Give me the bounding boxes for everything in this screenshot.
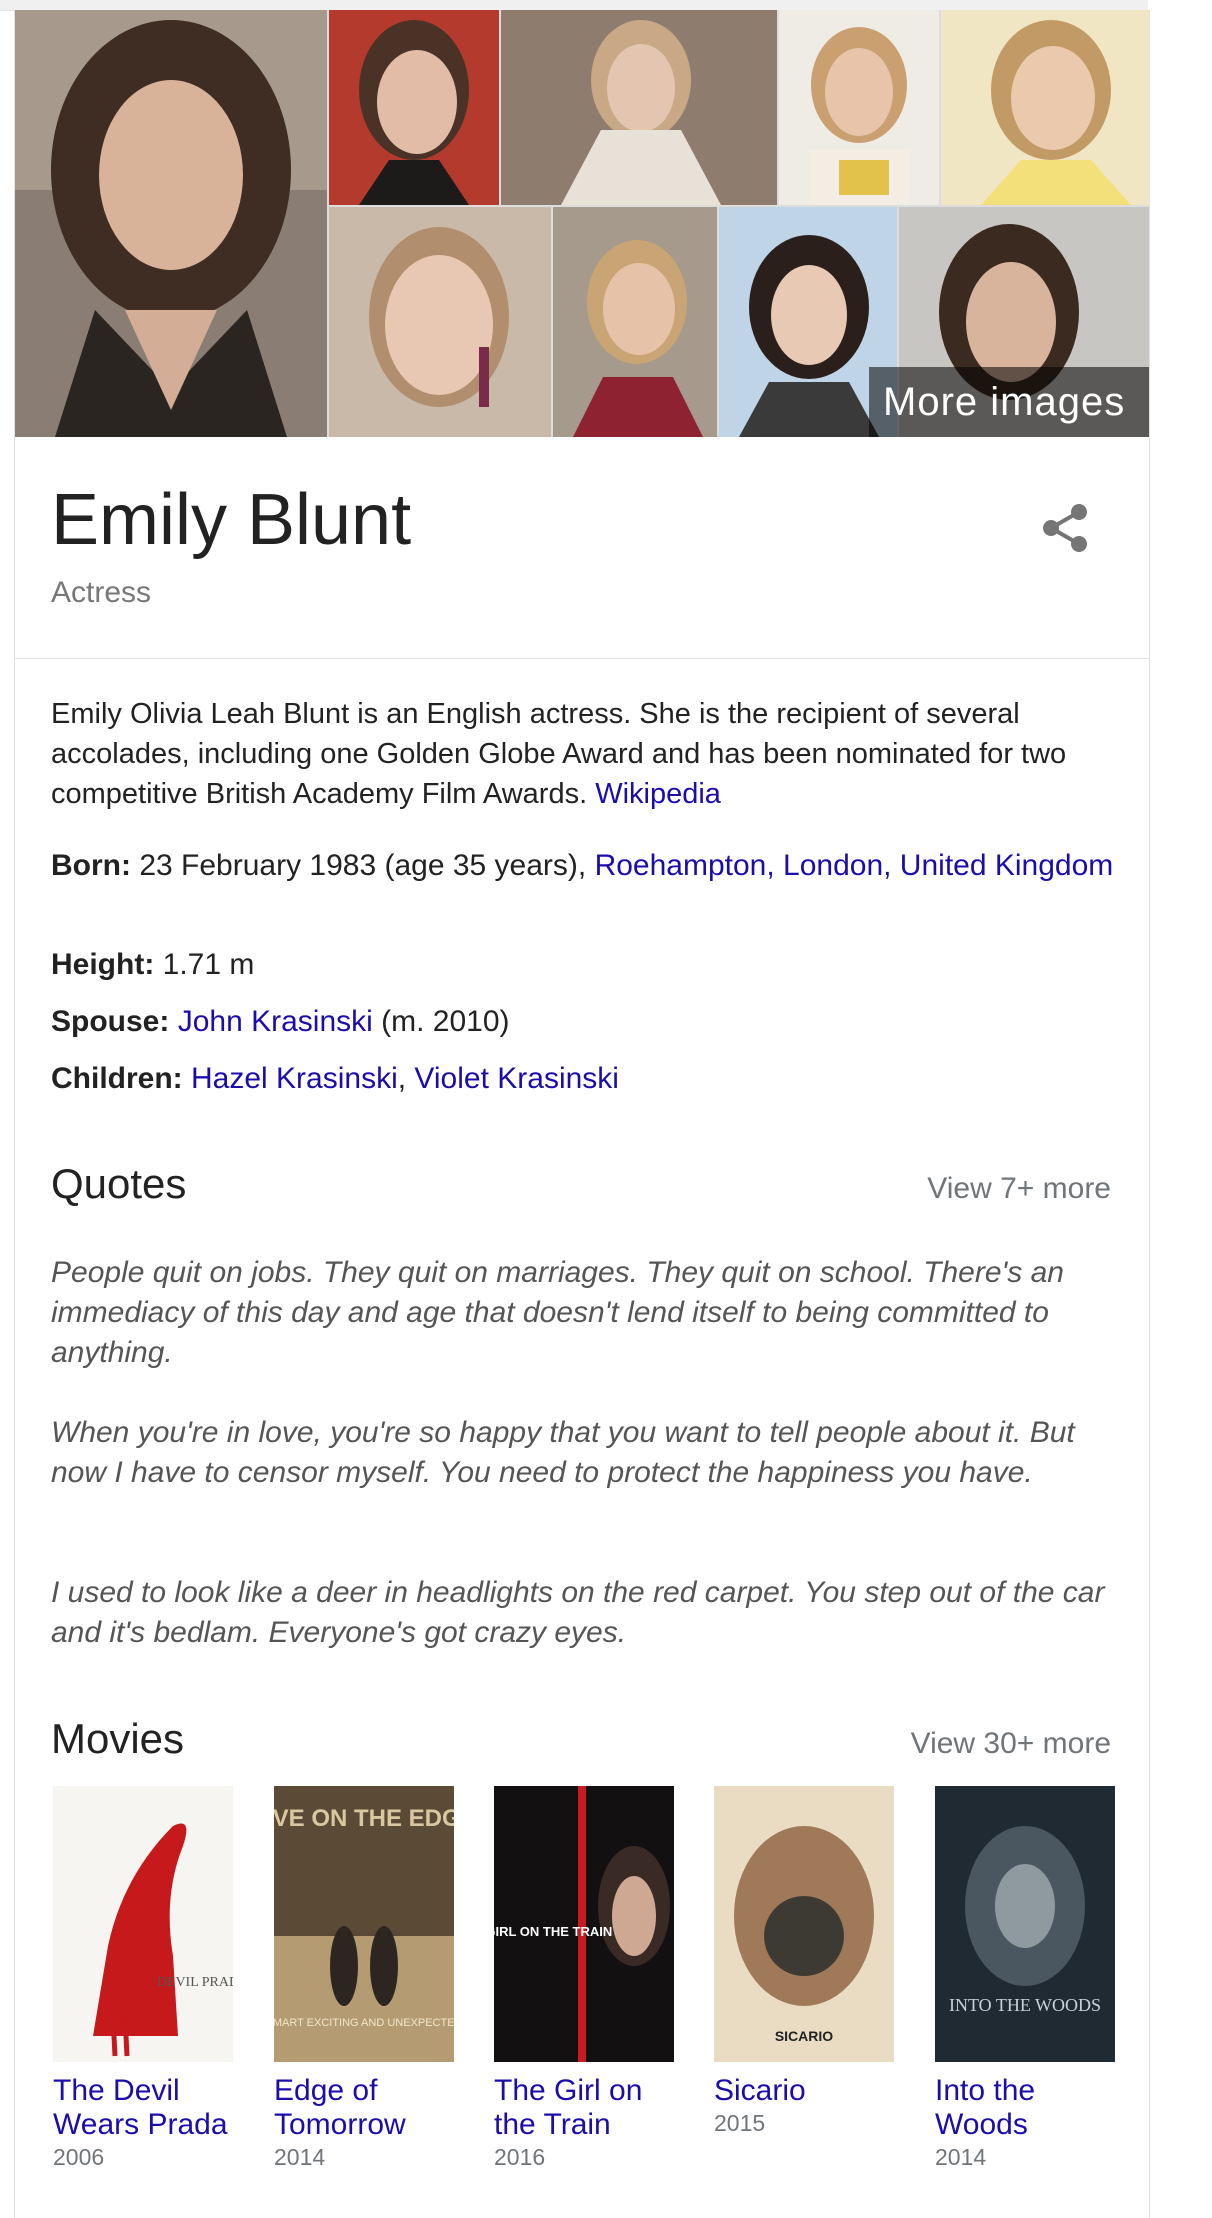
- poster-text: THE GIRL ON THE TRAIN: [494, 1924, 612, 1939]
- spouse-link[interactable]: John Krasinski: [178, 1005, 373, 1038]
- movie-item[interactable]: LIVE ON THE EDGE SMART EXCITING AND UNEX…: [274, 1786, 464, 2171]
- gallery-image[interactable]: [329, 207, 551, 437]
- movies-title: Movies: [51, 1715, 185, 1762]
- fact-value: 23 February 1983 (age 35 years),: [130, 849, 595, 882]
- quotes-more-link[interactable]: View 7+ more: [927, 1172, 1111, 1206]
- movie-item[interactable]: SICARIO Sicario 2015: [714, 1786, 904, 2137]
- movie-year: 2014: [274, 2144, 326, 2170]
- entity-type: Actress: [51, 576, 152, 609]
- poster-sub: SMART EXCITING AND UNEXPECTED: [274, 2017, 454, 2029]
- description: Emily Olivia Leah Blunt is an English ac…: [51, 694, 1131, 814]
- fact-value: (m. 2010): [372, 1005, 510, 1038]
- poster-text: LIVE ON THE EDGE: [274, 1805, 454, 1832]
- child-link[interactable]: Hazel Krasinski: [191, 1062, 398, 1095]
- fact-separator: ,: [397, 1062, 415, 1095]
- fact-label: Children:: [51, 1062, 183, 1095]
- child-link[interactable]: Violet Krasinski: [414, 1062, 619, 1095]
- movie-year: 2014: [935, 2144, 987, 2170]
- divider: [15, 658, 1149, 659]
- more-images-button[interactable]: More images: [869, 367, 1149, 437]
- movie-title[interactable]: Into the Woods: [935, 2074, 1125, 2142]
- gallery-image[interactable]: [15, 10, 327, 437]
- quote-item: People quit on jobs. They quit on marria…: [51, 1256, 1064, 1369]
- movie-title[interactable]: Sicario: [714, 2074, 904, 2108]
- fact-children: Children: Hazel Krasinski, Violet Krasin…: [51, 1059, 1131, 1099]
- movie-poster[interactable]: THE GIRL ON THE TRAIN: [494, 1786, 674, 2062]
- fact-spouse: Spouse: John Krasinski (m. 2010): [51, 1002, 1131, 1042]
- fact-born: Born: 23 February 1983 (age 35 years), R…: [51, 846, 1131, 886]
- movie-item[interactable]: THE GIRL ON THE TRAIN The Girl on the Tr…: [494, 1786, 684, 2171]
- fact-label: Spouse:: [51, 1005, 170, 1038]
- gallery-image[interactable]: [329, 10, 499, 205]
- more-images-label: More images: [883, 379, 1126, 424]
- movie-year: 2006: [53, 2144, 105, 2170]
- poster-text: SICARIO: [775, 2028, 833, 2044]
- fact-height: Height: 1.71 m: [51, 945, 1131, 985]
- movie-poster[interactable]: DEVIL PRADA: [53, 1786, 233, 2062]
- fact-label: Height:: [51, 948, 155, 981]
- description-text: Emily Olivia Leah Blunt is an English ac…: [51, 698, 1067, 810]
- movie-poster[interactable]: INTO THE WOODS: [935, 1786, 1115, 2062]
- movie-poster[interactable]: SICARIO: [714, 1786, 894, 2062]
- movie-item[interactable]: INTO THE WOODS Into the Woods 2014: [935, 1786, 1125, 2171]
- movie-title[interactable]: The Girl on the Train: [494, 2074, 684, 2142]
- quotes-title: Quotes: [51, 1160, 187, 1207]
- wikipedia-link[interactable]: Wikipedia: [595, 778, 721, 810]
- quote-item: I used to look like a deer in headlights…: [51, 1576, 1105, 1649]
- gallery-image[interactable]: [941, 10, 1149, 205]
- fact-label: Born:: [51, 849, 131, 882]
- movies-more-link[interactable]: View 30+ more: [911, 1727, 1111, 1761]
- movie-poster[interactable]: LIVE ON THE EDGE SMART EXCITING AND UNEX…: [274, 1786, 454, 2062]
- movie-title[interactable]: The Devil Wears Prada: [53, 2074, 243, 2142]
- fact-value: 1.71 m: [154, 948, 255, 981]
- poster-text: DEVIL PRADA: [157, 1975, 233, 1990]
- birthplace-link[interactable]: Roehampton, London, United Kingdom: [595, 849, 1114, 882]
- movie-year: 2016: [494, 2144, 546, 2170]
- share-icon[interactable]: [1035, 498, 1095, 558]
- gallery-image[interactable]: [501, 10, 777, 205]
- quote-item: When you're in love, you're so happy tha…: [51, 1416, 1075, 1489]
- poster-text: INTO THE WOODS: [949, 1995, 1101, 2015]
- knowledge-panel: More images Emily Blunt Actress Emily Ol…: [14, 10, 1150, 2218]
- image-gallery[interactable]: More images: [15, 10, 1149, 437]
- gallery-image[interactable]: [779, 10, 939, 205]
- movie-year: 2015: [714, 2110, 766, 2136]
- movie-item[interactable]: DEVIL PRADA The Devil Wears Prada 2006: [53, 1786, 243, 2171]
- entity-name: Emily Blunt: [51, 480, 412, 560]
- movie-title[interactable]: Edge of Tomorrow: [274, 2074, 464, 2142]
- gallery-image[interactable]: [553, 207, 717, 437]
